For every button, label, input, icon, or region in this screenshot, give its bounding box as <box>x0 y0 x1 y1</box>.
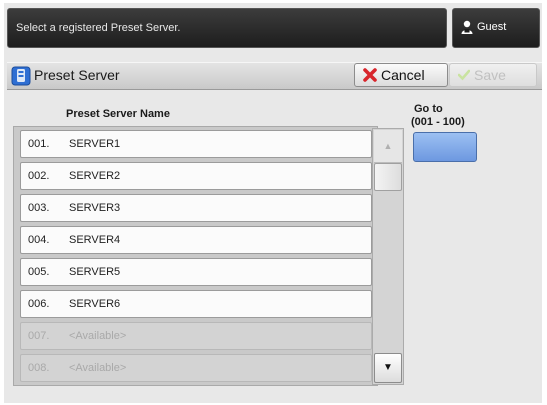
row-number: 005. <box>28 266 50 278</box>
arrow-up-icon: ▲ <box>374 130 402 163</box>
page-title: Preset Server <box>34 67 120 83</box>
user-icon <box>461 20 473 34</box>
column-header: Preset Server Name <box>66 108 170 120</box>
cancel-button[interactable]: Cancel <box>354 63 448 87</box>
row-name: <Available> <box>69 362 127 374</box>
row-name: SERVER1 <box>69 138 121 150</box>
cancel-label: Cancel <box>381 67 425 83</box>
list-item[interactable]: 001. SERVER1 <box>20 130 372 158</box>
row-name: <Available> <box>69 330 127 342</box>
goto-range: (001 - 100) <box>411 116 465 128</box>
list-item: 007. <Available> <box>20 322 372 350</box>
save-label: Save <box>474 67 506 83</box>
row-number: 006. <box>28 298 50 310</box>
list-item[interactable]: 005. SERVER5 <box>20 258 372 286</box>
list-item[interactable]: 004. SERVER4 <box>20 226 372 254</box>
row-name: SERVER2 <box>69 170 121 182</box>
scroll-down-button[interactable]: ▼ <box>374 353 402 383</box>
list-scrollbar[interactable]: ▲ ▼ <box>372 128 404 385</box>
row-number: 001. <box>28 138 50 150</box>
row-name: SERVER5 <box>69 266 121 278</box>
row-name: SERVER6 <box>69 298 121 310</box>
row-name: SERVER4 <box>69 234 121 246</box>
message-bar: Select a registered Preset Server. <box>7 8 447 48</box>
list-item[interactable]: 006. SERVER6 <box>20 290 372 318</box>
scrollbar-thumb[interactable] <box>374 163 402 191</box>
server-device-icon <box>11 66 31 86</box>
list-item: 008. <Available> <box>20 354 372 382</box>
user-label: Guest <box>477 21 507 33</box>
list-item[interactable]: 003. SERVER3 <box>20 194 372 222</box>
message-text: Select a registered Preset Server. <box>16 22 181 34</box>
cancel-x-icon <box>363 68 377 82</box>
arrow-down-icon: ▼ <box>383 362 393 373</box>
row-name: SERVER3 <box>69 202 121 214</box>
row-number: 008. <box>28 362 50 374</box>
row-number: 003. <box>28 202 50 214</box>
goto-label: Go to <box>414 103 443 115</box>
row-number: 004. <box>28 234 50 246</box>
user-button[interactable]: Guest <box>452 8 540 48</box>
checkmark-icon <box>458 69 470 81</box>
goto-input[interactable] <box>413 132 477 162</box>
row-number: 007. <box>28 330 50 342</box>
list-item[interactable]: 002. SERVER2 <box>20 162 372 190</box>
preset-server-list: 001. SERVER1 002. SERVER2 003. SERVER3 0… <box>13 126 378 386</box>
row-number: 002. <box>28 170 50 182</box>
save-button[interactable]: Save <box>449 63 537 87</box>
